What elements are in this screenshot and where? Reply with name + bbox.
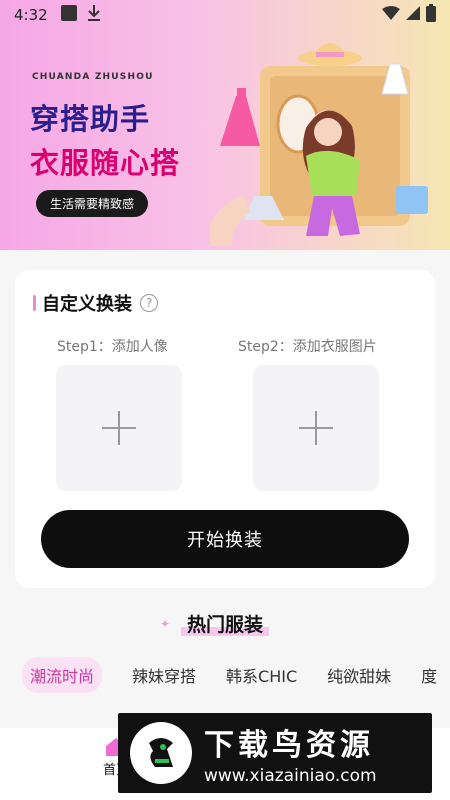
hot-clothing-title-text: 热门服装 <box>180 614 269 636</box>
banner-subtitle: CHUANDA ZHUSHOU <box>32 72 154 82</box>
custom-outfit-header: 自定义换装 ? <box>33 290 158 316</box>
watermark-title: 下载鸟资源 <box>204 728 374 763</box>
custom-outfit-card: 自定义换装 ? Step1：添加人像 Step2：添加衣服图片 开始换装 <box>15 270 435 588</box>
tab-sweet-girl[interactable]: 纯欲甜妹 <box>327 663 391 687</box>
banner-illustration <box>210 43 428 246</box>
category-tabs: 潮流时尚 辣妹穿搭 韩系CHIC 纯欲甜妹 度 <box>0 652 450 698</box>
plus-icon <box>299 411 333 445</box>
plus-icon <box>102 411 136 445</box>
status-bar: 4:32 <box>0 0 450 30</box>
watermark-text: 下载鸟资源 www.xiazainiao.com <box>204 720 377 786</box>
banner-title-line2: 衣服随心搭 <box>30 146 181 180</box>
help-icon[interactable]: ? <box>140 294 158 312</box>
tab-hot-girl-outfit[interactable]: 辣妹穿搭 <box>132 663 196 687</box>
tab-trend-fashion[interactable]: 潮流时尚 <box>22 657 103 693</box>
tab-more-partial[interactable]: 度 <box>421 663 437 687</box>
download-icon <box>86 4 102 26</box>
start-outfit-button[interactable]: 开始换装 <box>41 510 409 568</box>
hero-banner[interactable]: CHUANDA ZHUSHOU 穿搭助手 衣服随心搭 生活需要精致感 <box>0 0 450 250</box>
banner-tagline: 生活需要精致感 <box>36 190 149 217</box>
add-clothes-image-button[interactable] <box>253 365 379 491</box>
watermark-url: www.xiazainiao.com <box>204 766 377 786</box>
notification-square-icon <box>60 4 78 26</box>
tab-korean-chic[interactable]: 韩系CHIC <box>226 663 297 687</box>
step1-label: Step1：添加人像 <box>57 339 168 355</box>
signal-icon <box>406 6 420 24</box>
wifi-icon <box>382 6 400 24</box>
hot-clothing-title: 热门服装 <box>0 610 450 637</box>
battery-icon <box>426 4 436 26</box>
add-portrait-button[interactable] <box>56 365 182 491</box>
banner-title-line1: 穿搭助手 <box>30 102 151 136</box>
step2-label: Step2：添加衣服图片 <box>238 339 377 355</box>
status-time: 4:32 <box>14 6 48 24</box>
status-right-icons <box>382 4 436 26</box>
watermark-bird-logo <box>130 722 192 784</box>
title-accent-bar <box>33 295 36 311</box>
custom-outfit-title: 自定义换装 <box>42 294 132 315</box>
watermark-overlay: 下载鸟资源 www.xiazainiao.com <box>118 713 432 793</box>
